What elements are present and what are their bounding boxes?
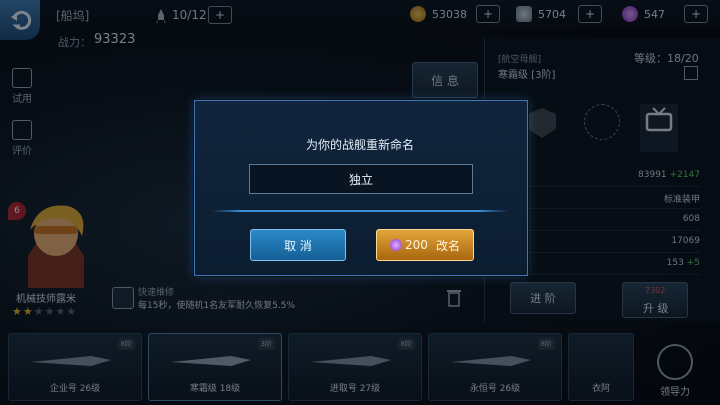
ship-name-input[interactable]: 独立 bbox=[249, 164, 473, 194]
gem-icon bbox=[390, 239, 403, 251]
rename-cost: 200 bbox=[405, 238, 428, 252]
dialog-divider bbox=[212, 210, 508, 212]
ship-name-value: 独立 bbox=[348, 172, 373, 187]
rename-button[interactable]: 200 改名 bbox=[376, 229, 474, 261]
rename-label: 改名 bbox=[435, 238, 460, 253]
dialog-title: 为你的战舰重新命名 bbox=[305, 138, 414, 152]
cancel-button[interactable]: 取 消 bbox=[250, 229, 346, 261]
